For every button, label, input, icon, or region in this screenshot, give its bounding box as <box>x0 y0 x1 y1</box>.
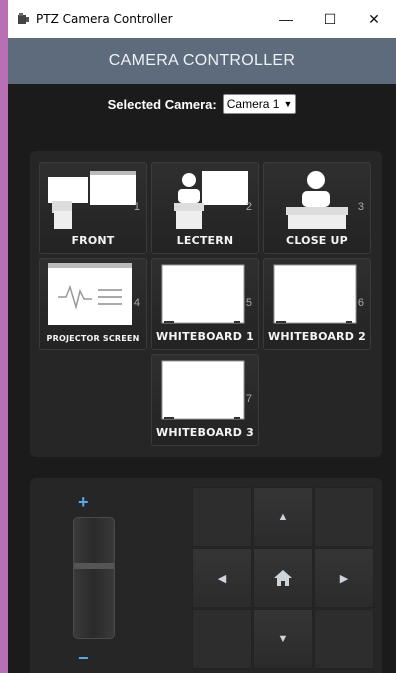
pad-corner-top-right <box>314 487 374 547</box>
front-room-icon <box>48 171 136 229</box>
pad-corner-top-left <box>192 487 252 547</box>
preset-label: PROJECTOR SCREEN <box>46 334 140 343</box>
zoom-in-button[interactable]: + <box>78 492 89 513</box>
projector-screen-icon <box>48 263 132 325</box>
home-button[interactable] <box>253 548 313 608</box>
preset-button-3[interactable]: 3 CLOSE UP <box>263 162 371 254</box>
whiteboard-icon <box>161 264 245 324</box>
maximize-button[interactable]: ☐ <box>308 0 352 38</box>
pad-corner-bottom-right <box>314 609 374 669</box>
preset-button-6[interactable]: 6 WHITEBOARD 2 <box>263 258 371 350</box>
pan-up-button[interactable]: ▲ <box>253 487 313 547</box>
preset-number: 6 <box>357 297 364 309</box>
home-icon <box>274 570 292 586</box>
preset-number: 7 <box>245 393 252 405</box>
preset-label: WHITEBOARD 2 <box>268 330 366 343</box>
preset-label: FRONT <box>71 234 115 247</box>
camera-select-value: Camera 1 <box>226 97 280 111</box>
window-title: PTZ Camera Controller <box>36 12 173 26</box>
presets-panel: 1 FRONT 2 LECTERN 3 CLOSE UP 4 PROJECTOR… <box>30 151 382 457</box>
chevron-down-icon: ▼ <box>283 99 293 109</box>
whiteboard-icon <box>161 360 245 420</box>
preset-number: 4 <box>133 297 140 309</box>
pan-down-button[interactable]: ▼ <box>253 609 313 669</box>
camera-select-bar: Selected Camera: Camera 1 ▼ <box>8 84 396 124</box>
camera-select[interactable]: Camera 1 ▼ <box>222 94 297 114</box>
preset-button-5[interactable]: 5 WHITEBOARD 1 <box>151 258 259 350</box>
camera-app-icon <box>18 13 29 24</box>
arrow-up-icon: ▲ <box>277 511 289 523</box>
app-header: CAMERA CONTROLLER <box>8 38 396 84</box>
zoom-out-button[interactable]: − <box>78 648 89 669</box>
whiteboard-icon <box>273 264 357 324</box>
preset-button-2[interactable]: 2 LECTERN <box>151 162 259 254</box>
arrow-left-icon: ◀ <box>217 572 227 585</box>
title-bar: PTZ Camera Controller — ☐ ✕ <box>8 0 396 38</box>
preset-number: 5 <box>245 297 252 309</box>
minimize-button[interactable]: — <box>264 0 308 38</box>
preset-button-4[interactable]: 4 PROJECTOR SCREEN <box>39 258 147 350</box>
app-window: PTZ Camera Controller — ☐ ✕ CAMERA CONTR… <box>8 0 396 673</box>
preset-number: 1 <box>133 201 140 213</box>
zoom-slider[interactable] <box>73 517 115 639</box>
close-button[interactable]: ✕ <box>352 0 396 38</box>
preset-label: WHITEBOARD 1 <box>156 330 254 343</box>
preset-label: CLOSE UP <box>286 234 348 247</box>
preset-number: 2 <box>245 201 252 213</box>
preset-label: LECTERN <box>176 234 234 247</box>
camera-select-label: Selected Camera: <box>107 96 217 112</box>
arrow-right-icon: ▶ <box>339 572 349 585</box>
pan-left-button[interactable]: ◀ <box>192 548 252 608</box>
header-title: CAMERA CONTROLLER <box>108 52 296 69</box>
pan-right-button[interactable]: ▶ <box>314 548 374 608</box>
arrow-down-icon: ▼ <box>277 633 289 645</box>
pad-corner-bottom-left <box>192 609 252 669</box>
preset-label: WHITEBOARD 3 <box>156 426 254 439</box>
zoom-slider-thumb[interactable] <box>74 563 114 569</box>
lectern-icon <box>174 171 248 229</box>
preset-number: 3 <box>357 201 364 213</box>
preset-button-1[interactable]: 1 FRONT <box>39 162 147 254</box>
close-up-icon <box>286 171 348 229</box>
preset-button-7[interactable]: 7 WHITEBOARD 3 <box>151 354 259 446</box>
